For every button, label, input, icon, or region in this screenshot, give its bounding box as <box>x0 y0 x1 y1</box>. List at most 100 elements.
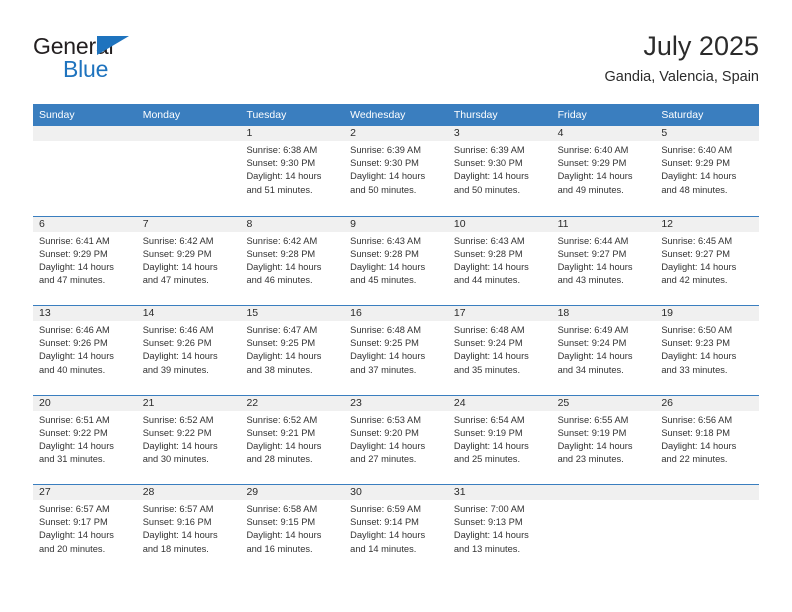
day-number: 26 <box>655 395 760 411</box>
daylight-text-line2: and 27 minutes. <box>350 454 417 465</box>
sunset-text: Sunset: 9:13 PM <box>453 517 523 528</box>
daylight-text-line2: and 45 minutes. <box>350 275 417 286</box>
sunset-text: Sunset: 9:18 PM <box>661 427 731 438</box>
sunset-text: Sunset: 9:23 PM <box>661 338 731 349</box>
day-cell[interactable]: 27 Sunrise: 6:57 AM Sunset: 9:17 PM Dayl… <box>33 485 137 574</box>
day-cell[interactable]: 22 Sunrise: 6:52 AM Sunset: 9:21 PM Dayl… <box>240 395 345 485</box>
daylight-text-line2: and 37 minutes. <box>350 364 417 375</box>
daylight-text-line2: and 18 minutes. <box>142 543 209 554</box>
day-number: 7 <box>136 216 241 232</box>
day-cell[interactable]: 8 Sunrise: 6:42 AM Sunset: 9:28 PM Dayli… <box>240 216 345 306</box>
daylight-text-line1: Daylight: 14 hours <box>453 440 529 451</box>
day-cell[interactable]: 1 Sunrise: 6:38 AM Sunset: 9:30 PM Dayli… <box>240 126 345 216</box>
day-details: Sunrise: 6:43 AM Sunset: 9:28 PM Dayligh… <box>344 232 448 288</box>
day-details: Sunrise: 6:44 AM Sunset: 9:27 PM Dayligh… <box>552 232 656 288</box>
page-header: General Blue July 2025 Gandia, Valencia,… <box>33 30 759 98</box>
sunset-text: Sunset: 9:30 PM <box>350 158 419 169</box>
weekday-header-sunday: Sunday <box>39 109 75 121</box>
day-details: Sunrise: 6:58 AM Sunset: 9:15 PM Dayligh… <box>240 500 344 556</box>
day-details <box>552 500 656 503</box>
day-cell[interactable]: 13 Sunrise: 6:46 AM Sunset: 9:26 PM Dayl… <box>33 306 137 395</box>
day-details: Sunrise: 6:45 AM Sunset: 9:27 PM Dayligh… <box>655 232 759 288</box>
day-cell[interactable]: 29 Sunrise: 6:58 AM Sunset: 9:15 PM Dayl… <box>240 485 345 574</box>
day-details: Sunrise: 6:48 AM Sunset: 9:24 PM Dayligh… <box>448 321 552 377</box>
sunset-text: Sunset: 9:20 PM <box>350 427 419 438</box>
day-cell[interactable]: 18 Sunrise: 6:49 AM Sunset: 9:24 PM Dayl… <box>551 306 656 395</box>
day-cell[interactable]: 31 Sunrise: 7:00 AM Sunset: 9:13 PM Dayl… <box>447 485 552 574</box>
day-details: Sunrise: 6:50 AM Sunset: 9:23 PM Dayligh… <box>655 321 759 377</box>
sunrise-text: Sunrise: 6:56 AM <box>661 414 733 425</box>
daylight-text-line1: Daylight: 14 hours <box>39 530 114 541</box>
daylight-text-line2: and 48 minutes. <box>661 184 728 195</box>
sunset-text: Sunset: 9:21 PM <box>246 427 316 438</box>
day-number: 21 <box>136 395 241 411</box>
day-cell <box>655 485 760 574</box>
daylight-text-line2: and 50 minutes. <box>350 184 417 195</box>
day-cell[interactable]: 5 Sunrise: 6:40 AM Sunset: 9:29 PM Dayli… <box>655 126 760 216</box>
day-details: Sunrise: 6:40 AM Sunset: 9:29 PM Dayligh… <box>552 141 656 197</box>
day-number: 10 <box>447 216 552 232</box>
day-cell[interactable]: 23 Sunrise: 6:53 AM Sunset: 9:20 PM Dayl… <box>344 395 448 485</box>
day-cell[interactable]: 2 Sunrise: 6:39 AM Sunset: 9:30 PM Dayli… <box>344 126 448 216</box>
daylight-text-line1: Daylight: 14 hours <box>661 351 737 362</box>
day-cell[interactable]: 16 Sunrise: 6:48 AM Sunset: 9:25 PM Dayl… <box>344 306 448 395</box>
daylight-text-line1: Daylight: 14 hours <box>557 171 633 182</box>
sunrise-text: Sunrise: 6:52 AM <box>246 414 318 425</box>
day-cell[interactable]: 26 Sunrise: 6:56 AM Sunset: 9:18 PM Dayl… <box>655 395 760 485</box>
day-cell[interactable]: 28 Sunrise: 6:57 AM Sunset: 9:16 PM Dayl… <box>136 485 241 574</box>
sunset-text: Sunset: 9:29 PM <box>39 248 108 259</box>
daylight-text-line2: and 47 minutes. <box>39 275 106 286</box>
day-cell[interactable]: 6 Sunrise: 6:41 AM Sunset: 9:29 PM Dayli… <box>33 216 137 306</box>
week-row: 27 Sunrise: 6:57 AM Sunset: 9:17 PM Dayl… <box>33 484 760 574</box>
day-details <box>655 500 759 503</box>
logo-text-blue: Blue <box>63 56 109 82</box>
day-number <box>655 485 760 500</box>
daylight-text-line1: Daylight: 14 hours <box>142 261 218 272</box>
daylight-text-line2: and 30 minutes. <box>142 454 209 465</box>
daylight-text-line2: and 25 minutes. <box>453 454 521 465</box>
sunrise-text: Sunrise: 6:46 AM <box>39 325 110 335</box>
day-number <box>136 126 241 141</box>
sunrise-text: Sunrise: 6:42 AM <box>142 235 214 246</box>
page-title: July 2025 <box>643 31 759 61</box>
sunset-text: Sunset: 9:25 PM <box>246 338 316 349</box>
daylight-text-line2: and 35 minutes. <box>453 364 521 375</box>
day-cell[interactable]: 11 Sunrise: 6:44 AM Sunset: 9:27 PM Dayl… <box>551 216 656 306</box>
sunset-text: Sunset: 9:14 PM <box>350 517 419 528</box>
daylight-text-line2: and 38 minutes. <box>246 364 313 375</box>
day-cell[interactable]: 10 Sunrise: 6:43 AM Sunset: 9:28 PM Dayl… <box>447 216 552 306</box>
sunset-text: Sunset: 9:29 PM <box>661 158 731 169</box>
day-cell[interactable]: 19 Sunrise: 6:50 AM Sunset: 9:23 PM Dayl… <box>655 306 760 395</box>
daylight-text-line1: Daylight: 14 hours <box>350 171 426 182</box>
daylight-text-line1: Daylight: 14 hours <box>246 351 322 362</box>
day-cell[interactable]: 7 Sunrise: 6:42 AM Sunset: 9:29 PM Dayli… <box>136 216 241 306</box>
day-cell[interactable]: 17 Sunrise: 6:48 AM Sunset: 9:24 PM Dayl… <box>447 306 552 395</box>
day-cell[interactable]: 12 Sunrise: 6:45 AM Sunset: 9:27 PM Dayl… <box>655 216 760 306</box>
day-cell[interactable]: 21 Sunrise: 6:52 AM Sunset: 9:22 PM Dayl… <box>136 395 241 485</box>
daylight-text-line2: and 42 minutes. <box>661 275 728 286</box>
sunset-text: Sunset: 9:28 PM <box>453 248 523 259</box>
daylight-text-line1: Daylight: 14 hours <box>142 440 218 451</box>
day-cell[interactable]: 20 Sunrise: 6:51 AM Sunset: 9:22 PM Dayl… <box>33 395 137 485</box>
sunrise-text: Sunrise: 6:39 AM <box>350 145 421 155</box>
day-cell[interactable]: 24 Sunrise: 6:54 AM Sunset: 9:19 PM Dayl… <box>447 395 552 485</box>
sunset-text: Sunset: 9:24 PM <box>453 338 523 349</box>
day-number: 28 <box>136 485 241 500</box>
day-number: 18 <box>551 306 656 321</box>
logo-triangle-icon <box>97 36 129 55</box>
day-cell[interactable]: 25 Sunrise: 6:55 AM Sunset: 9:19 PM Dayl… <box>551 395 656 485</box>
day-cell[interactable]: 9 Sunrise: 6:43 AM Sunset: 9:28 PM Dayli… <box>344 216 448 306</box>
day-cell[interactable]: 4 Sunrise: 6:40 AM Sunset: 9:29 PM Dayli… <box>551 126 656 216</box>
day-number: 20 <box>33 395 137 411</box>
day-cell[interactable]: 15 Sunrise: 6:47 AM Sunset: 9:25 PM Dayl… <box>240 306 345 395</box>
day-cell[interactable]: 30 Sunrise: 6:59 AM Sunset: 9:14 PM Dayl… <box>344 485 448 574</box>
sunset-text: Sunset: 9:28 PM <box>246 248 316 259</box>
week-row: 6 Sunrise: 6:41 AM Sunset: 9:29 PM Dayli… <box>33 215 760 306</box>
day-cell[interactable]: 3 Sunrise: 6:39 AM Sunset: 9:30 PM Dayli… <box>447 126 552 216</box>
day-cell[interactable]: 14 Sunrise: 6:46 AM Sunset: 9:26 PM Dayl… <box>136 306 241 395</box>
sunrise-text: Sunrise: 6:58 AM <box>246 504 318 514</box>
daylight-text-line2: and 31 minutes. <box>39 454 106 465</box>
day-details: Sunrise: 6:53 AM Sunset: 9:20 PM Dayligh… <box>344 411 448 467</box>
general-blue-logo[interactable]: General Blue <box>33 30 163 90</box>
day-number: 6 <box>33 216 137 232</box>
